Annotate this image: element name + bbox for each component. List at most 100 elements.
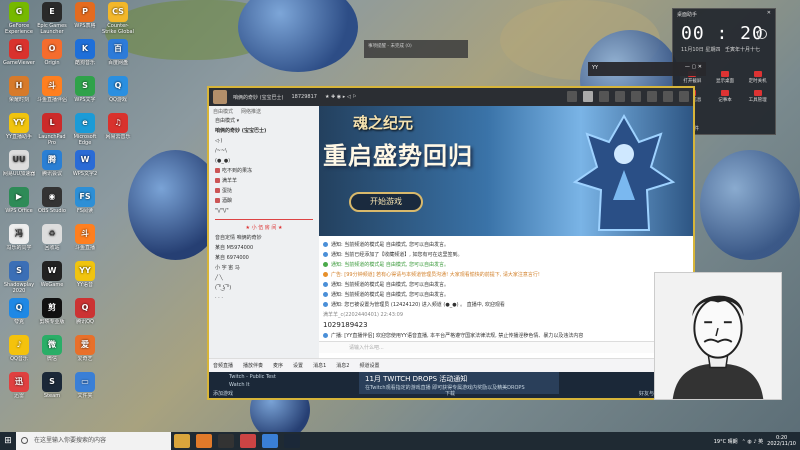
toolbar-button[interactable]: 消息1: [313, 362, 326, 369]
desktop-icon[interactable]: FS FS阅读: [68, 187, 102, 220]
widget-tool-item[interactable]: 工具管理: [742, 90, 773, 103]
desktop-icon[interactable]: L LaunchPad Pro: [35, 113, 69, 146]
desktop-icon[interactable]: S Shadowplay 2020: [2, 261, 36, 294]
toolbar-button[interactable]: 消息2: [336, 362, 349, 369]
desktop-icon[interactable]: ♻ 回收站: [35, 224, 69, 257]
taskbar-app-steam[interactable]: [284, 434, 300, 448]
list-icon[interactable]: [599, 91, 609, 102]
member-item[interactable]: 音自定情 咱俩的奇妙: [209, 233, 319, 243]
tab-network-push[interactable]: 网络推送: [241, 108, 261, 115]
toolbar-button[interactable]: 麦序: [273, 362, 283, 369]
mode-selector[interactable]: 自由模式 ▾: [209, 116, 319, 126]
desktop-icon[interactable]: 冯冯乐的同学: [2, 224, 36, 257]
desktop-icon[interactable]: CS Counter-Strike Global: [101, 2, 135, 35]
desktop-icon[interactable]: H 荣耀时刻: [2, 76, 36, 109]
desktop-icon[interactable]: S WPS文字: [68, 76, 102, 109]
toolbar-button[interactable]: 音频直播: [213, 362, 233, 369]
widget-tool-item[interactable]: 记事本: [710, 90, 741, 103]
member-item[interactable]: 某自 M5974000: [209, 243, 319, 253]
desktop-icon[interactable]: O Origin: [35, 39, 69, 72]
member-item[interactable]: 小 宇 宙 马: [209, 263, 319, 273]
taskbar-app-game[interactable]: [240, 434, 256, 448]
toolbar-button[interactable]: 频道设置: [359, 362, 379, 369]
channel-name[interactable]: 咱俩的奇妙 (宝宝巴士): [209, 126, 319, 136]
desktop-icon[interactable]: S Steam: [35, 372, 69, 405]
desktop-icon[interactable]: ♪ QQ音乐: [2, 335, 36, 368]
desktop-icon[interactable]: UU 网易UU加速器: [2, 150, 36, 183]
toolbar-button[interactable]: 播放伴奏: [243, 362, 263, 369]
taskbar-search-input[interactable]: 在这里输入你要搜索的内容: [16, 432, 171, 450]
desktop-icon[interactable]: W WeGame: [35, 261, 69, 294]
gamepad-icon[interactable]: [615, 91, 625, 102]
member-item[interactable]: ( ͡° ͜ʖ ͡°): [209, 283, 319, 293]
desktop-icon[interactable]: Q 腾讯QQ: [68, 298, 102, 331]
member-item[interactable]: 酒酿: [209, 196, 319, 206]
game-ad-banner[interactable]: 魂之纪元 重启盛势回归 开始游戏: [319, 106, 693, 236]
desktop-icon[interactable]: 爱爱奇艺: [68, 335, 102, 368]
member-item[interactable]: "\/"\/": [209, 206, 319, 216]
desktop-icon[interactable]: ◉ OBS Studio: [35, 187, 69, 220]
home-icon[interactable]: [583, 91, 593, 102]
taskbar-app-monkey[interactable]: [174, 434, 190, 448]
member-item[interactable]: (●_●): [209, 156, 319, 166]
member-item[interactable]: 某自 6974000: [209, 253, 319, 263]
desktop-icon[interactable]: 百百度网盘: [101, 39, 135, 72]
taskbar-app-wps[interactable]: [262, 434, 278, 448]
twitch-drops-card[interactable]: 11月 TWITCH DROPS 活动通知 在Twitch观看指定的游戏直播 即…: [359, 372, 559, 394]
gear-icon[interactable]: [631, 91, 641, 102]
member-item[interactable]: 吃不到的果冻: [209, 166, 319, 176]
play-game-button[interactable]: 开始游戏: [349, 192, 423, 212]
close-icon[interactable]: [679, 91, 689, 102]
desktop-icon[interactable]: ♫ 网易云音乐: [101, 113, 135, 146]
start-button[interactable]: ⊞: [0, 432, 16, 450]
desktop-icon[interactable]: Q 夸克: [2, 298, 36, 331]
member-item[interactable]: 蛋挞: [209, 186, 319, 196]
widget-close-icon[interactable]: ✕: [767, 10, 771, 16]
desktop-icon[interactable]: 剪剪映专业版: [35, 298, 69, 331]
desktop-icon[interactable]: ▶ WPS Office: [2, 187, 36, 220]
yy-bar-controls[interactable]: — ▢ ✕: [685, 64, 702, 70]
member-item[interactable]: /~~\: [209, 146, 319, 156]
member-item[interactable]: ◁·): [209, 136, 319, 146]
member-item[interactable]: 满羊羊: [209, 176, 319, 186]
desktop-icon[interactable]: G GeForce Experience: [2, 2, 36, 35]
desktop-icon[interactable]: 斗斗鱼直播: [68, 224, 102, 257]
taskbar-app-obs[interactable]: [218, 434, 234, 448]
titlebar-icons[interactable]: ★ ✚ ◉ ▸ ◁ ⚐: [325, 94, 357, 100]
member-item[interactable]: ★ 小 伍 房 间 ★: [209, 223, 319, 233]
screen-icon[interactable]: [567, 91, 577, 102]
desktop-icon[interactable]: e Microsoft Edge: [68, 113, 102, 146]
member-item[interactable]: ╱ ╲: [209, 273, 319, 283]
taskbar-clock[interactable]: 0:20 2022/11/10: [767, 435, 796, 447]
yy-floating-bar[interactable]: YY — ▢ ✕: [588, 62, 706, 76]
tab-free-mode[interactable]: 自由模式: [213, 108, 233, 115]
desktop-icon[interactable]: YY YY直播助手: [2, 113, 36, 146]
desktop-icon[interactable]: Q QQ游戏: [101, 76, 135, 109]
toolbar-button[interactable]: 设置: [293, 362, 303, 369]
widget-tool-item[interactable]: 显示桌面: [710, 71, 741, 84]
widget-tool-item[interactable]: 定时关机: [742, 71, 773, 84]
desktop-icon[interactable]: 斗斗鱼直播伴侣: [35, 76, 69, 109]
steam-item-1[interactable]: Twitch - Public Test: [229, 374, 276, 380]
desktop-icon[interactable]: G GameViewer: [2, 39, 36, 72]
minimize-icon[interactable]: [647, 91, 657, 102]
downloads-link[interactable]: 下载: [445, 390, 455, 397]
desktop-icon[interactable]: W WPS文字2: [68, 150, 102, 183]
add-game-link[interactable]: 添加游戏: [213, 390, 233, 397]
taskbar-app-yy[interactable]: [196, 434, 212, 448]
desktop-icon[interactable]: YY YY语音: [68, 261, 102, 294]
desktop-icon[interactable]: K 酷狗音乐: [68, 39, 102, 72]
desktop-icon[interactable]: 腾腾讯会议: [35, 150, 69, 183]
weather-text[interactable]: 19°C 晴朗: [714, 438, 738, 445]
channel-avatar[interactable]: [213, 90, 227, 104]
maximize-icon[interactable]: [663, 91, 673, 102]
window-titlebar[interactable]: 咱俩的奇妙 (宝宝巴士) 18729817 ★ ✚ ◉ ▸ ◁ ⚐: [209, 88, 693, 106]
desktop-icon[interactable]: E Epic Games Launcher: [35, 2, 69, 35]
member-item[interactable]: · · ·: [209, 293, 319, 303]
desktop-icon[interactable]: P WPS表格: [68, 2, 102, 35]
chat-input[interactable]: 请输入什么吧...: [319, 341, 693, 353]
steam-item-2[interactable]: Watch It: [229, 382, 250, 388]
desktop-icon[interactable]: ▭ 文件夹: [68, 372, 102, 405]
tray-icons[interactable]: ⌃ ◍ ♪ 英: [742, 438, 764, 445]
desktop-icon[interactable]: 迅迅雷: [2, 372, 36, 405]
